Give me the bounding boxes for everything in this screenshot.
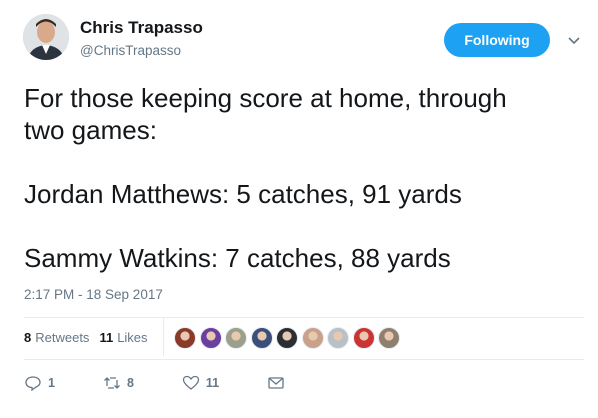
liker-avatar[interactable] xyxy=(327,327,349,349)
liker-avatar[interactable] xyxy=(378,327,400,349)
message-icon xyxy=(268,377,284,389)
tweet-text: For those keeping score at home, through… xyxy=(24,82,584,274)
tweet-line: For those keeping score at home, through… xyxy=(24,83,507,145)
author-name[interactable]: Chris Trapasso xyxy=(80,18,203,38)
like-button[interactable]: 11 xyxy=(182,374,219,392)
following-button[interactable]: Following xyxy=(444,23,550,57)
tweet-actions: 1 8 11 xyxy=(24,374,285,392)
liker-avatar[interactable] xyxy=(250,327,273,349)
likes-stat[interactable]: 11 Likes xyxy=(99,330,147,345)
author-handle[interactable]: @ChrisTrapasso xyxy=(80,43,181,58)
liker-avatar[interactable] xyxy=(301,327,324,349)
reply-button[interactable]: 1 xyxy=(24,374,55,392)
divider xyxy=(24,317,584,318)
liker-avatar[interactable] xyxy=(174,327,196,349)
heart-icon xyxy=(182,375,200,390)
likes-label: Likes xyxy=(117,330,148,345)
liker-avatar[interactable] xyxy=(276,327,298,349)
liker-avatar[interactable] xyxy=(199,327,222,349)
chevron-down-icon[interactable] xyxy=(566,34,582,46)
likes-count: 11 xyxy=(99,330,114,345)
tweet-timestamp[interactable]: 2:17 PM - 18 Sep 2017 xyxy=(24,287,163,302)
liker-avatar[interactable] xyxy=(225,327,247,349)
retweets-label: Retweets xyxy=(35,330,90,345)
retweet-count: 8 xyxy=(126,376,134,390)
divider xyxy=(163,318,164,356)
like-count: 11 xyxy=(205,376,220,390)
tweet-line: Sammy Watkins: 7 catches, 88 yards xyxy=(24,243,451,273)
retweets-stat[interactable]: 8 Retweets xyxy=(24,330,89,345)
liker-avatar[interactable] xyxy=(352,327,375,349)
direct-message-button[interactable] xyxy=(267,374,285,392)
author-avatar[interactable] xyxy=(23,14,69,60)
reply-count: 1 xyxy=(48,376,55,390)
retweet-button[interactable]: 8 xyxy=(103,374,134,392)
tweet-stats: 8 Retweets 11 Likes xyxy=(24,330,158,345)
tweet-line: Jordan Matthews: 5 catches, 91 yards xyxy=(24,179,462,209)
divider xyxy=(24,359,584,360)
liker-avatars xyxy=(174,327,404,349)
retweet-icon xyxy=(103,377,120,389)
retweets-count: 8 xyxy=(24,330,32,345)
reply-icon xyxy=(25,376,41,392)
